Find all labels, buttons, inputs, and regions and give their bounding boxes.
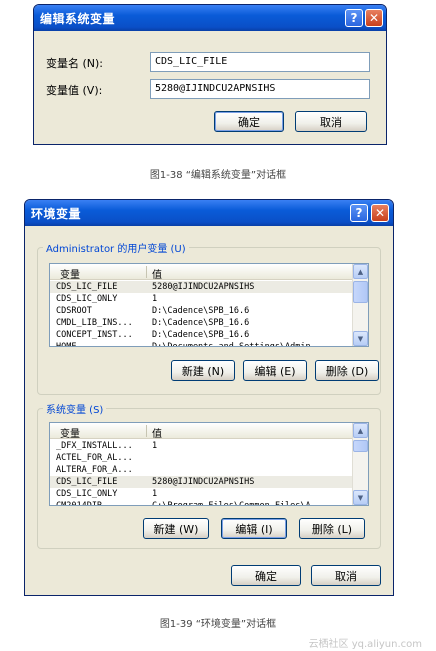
variable-value-cell: D:\Documents and Settings\Admin — [152, 342, 311, 347]
variable-name-field[interactable]: CDS_LIC_FILE — [150, 52, 370, 72]
variable-value-cell: 1 — [152, 441, 158, 451]
list-item[interactable]: CDS_LIC_ONLY 1 — [50, 488, 368, 500]
system-list-header: 变量 值 — [50, 423, 368, 440]
variable-value-cell: D:\Cadence\SPB_16.6 — [152, 330, 250, 340]
variable-value-cell: 1 — [152, 489, 158, 499]
system-variables-list[interactable]: 变量 值 _DFX_INSTALL... 1 ACTEL_FOR_AL... ALTE… — [49, 422, 369, 506]
env-dialog-titlebar[interactable]: 环境变量 ? ✕ — [25, 200, 393, 226]
figure-caption-1-38: 图1-38 “编辑系统变量”对话框 — [149, 170, 287, 181]
help-icon[interactable]: ? — [350, 204, 368, 222]
column-header-value[interactable]: 值 — [152, 425, 162, 440]
edit-dialog-title: 编辑系统变量 — [40, 11, 116, 26]
environment-variables-dialog: 环境变量 ? ✕ Administrator 的用户变量 (U) 变量 值 CD… — [24, 199, 394, 596]
variable-name-cell: ACTEL_FOR_AL... — [56, 453, 133, 463]
system-delete-button[interactable]: 删除 (L) — [299, 518, 365, 539]
variable-value-label: 变量值 (V): — [46, 84, 103, 97]
cancel-button[interactable]: 取消 — [295, 111, 367, 132]
user-delete-button[interactable]: 删除 (D) — [315, 360, 379, 381]
variable-name-cell: CDS_LIC_FILE — [56, 282, 118, 292]
scroll-thumb[interactable] — [353, 281, 368, 303]
system-list-scrollbar[interactable]: ▲ ▼ — [352, 423, 368, 505]
column-header-value[interactable]: 值 — [152, 266, 162, 281]
watermark: 云栖社区 yq.aliyun.com — [308, 639, 422, 650]
help-icon[interactable]: ? — [345, 9, 363, 27]
list-item[interactable]: _DFX_INSTALL... 1 — [50, 440, 368, 452]
variable-name-cell: CDSROOT — [56, 306, 92, 316]
variable-name-cell: CMDL_LIB_INS... — [56, 318, 133, 328]
edit-variable-dialog: 编辑系统变量 ? ✕ 变量名 (N): CDS_LIC_FILE 变量值 (V)… — [33, 4, 387, 145]
scroll-thumb[interactable] — [353, 440, 368, 452]
variable-name-cell: HOME — [56, 342, 77, 347]
variable-name-cell: ALTERA_FOR_A... — [56, 465, 133, 475]
list-item[interactable]: CMDL_LIB_INS... D:\Cadence\SPB_16.6 — [50, 317, 368, 329]
system-new-button[interactable]: 新建 (W) — [143, 518, 209, 539]
variable-value-field[interactable]: 5280@IJINDCU2APNSIHS — [150, 79, 370, 99]
list-item[interactable]: CDS_LIC_ONLY 1 — [50, 293, 368, 305]
user-new-button[interactable]: 新建 (N) — [171, 360, 235, 381]
env-dialog-title: 环境变量 — [31, 206, 82, 221]
scroll-up-icon[interactable]: ▲ — [353, 264, 368, 279]
variable-name-cell: CM2014DIR — [56, 501, 103, 506]
list-item[interactable]: CDS_LIC_FILE 5280@IJINDCU2APNSIHS — [50, 476, 368, 488]
scroll-up-icon[interactable]: ▲ — [353, 423, 368, 438]
system-edit-button[interactable]: 编辑 (I) — [221, 518, 287, 539]
list-item[interactable]: CDSROOT D:\Cadence\SPB_16.6 — [50, 305, 368, 317]
close-icon[interactable]: ✕ — [371, 204, 389, 222]
variable-name-cell: CONCEPT_INST... — [56, 330, 133, 340]
list-item[interactable]: HOME D:\Documents and Settings\Admin — [50, 341, 368, 347]
variable-value-cell: D:\Cadence\SPB_16.6 — [152, 318, 250, 328]
variable-name-cell: CDS_LIC_FILE — [56, 477, 118, 487]
scroll-down-icon[interactable]: ▼ — [353, 331, 368, 346]
variable-name-cell: _DFX_INSTALL... — [56, 441, 133, 451]
figure-caption-1-39: 图1-39 “环境变量”对话框 — [159, 619, 277, 630]
user-edit-button[interactable]: 编辑 (E) — [243, 360, 307, 381]
close-icon[interactable]: ✕ — [365, 9, 383, 27]
user-list-scrollbar[interactable]: ▲ ▼ — [352, 264, 368, 346]
variable-value-cell: C:\Program Files\Common Files\A — [152, 501, 311, 506]
column-header-variable[interactable]: 变量 — [60, 266, 80, 281]
column-header-variable[interactable]: 变量 — [60, 425, 80, 440]
variable-value-cell: D:\Cadence\SPB_16.6 — [152, 306, 250, 316]
list-item[interactable]: CDS_LIC_FILE 5280@IJINDCU2APNSIHS — [50, 281, 368, 293]
edit-dialog-titlebar[interactable]: 编辑系统变量 ? ✕ — [34, 5, 386, 31]
user-variables-list[interactable]: 变量 值 CDS_LIC_FILE 5280@IJINDCU2APNSIHS CDS… — [49, 263, 369, 347]
variable-value-cell: 1 — [152, 294, 158, 304]
ok-button[interactable]: 确定 — [231, 565, 301, 586]
variable-value-cell: 5280@IJINDCU2APNSIHS — [152, 477, 255, 487]
scroll-down-icon[interactable]: ▼ — [353, 490, 368, 505]
system-variables-group-title: 系统变量 (S) — [43, 401, 107, 416]
variable-name-cell: CDS_LIC_ONLY — [56, 294, 118, 304]
list-item[interactable]: ACTEL_FOR_AL... — [50, 452, 368, 464]
ok-button[interactable]: 确定 — [214, 111, 284, 132]
list-item[interactable]: CM2014DIR C:\Program Files\Common Files\A — [50, 500, 368, 506]
user-list-header: 变量 值 — [50, 264, 368, 281]
list-item[interactable]: CONCEPT_INST... D:\Cadence\SPB_16.6 — [50, 329, 368, 341]
user-variables-group-title: Administrator 的用户变量 (U) — [43, 240, 189, 255]
cancel-button[interactable]: 取消 — [311, 565, 381, 586]
variable-value-cell: 5280@IJINDCU2APNSIHS — [152, 282, 255, 292]
variable-name-label: 变量名 (N): — [46, 57, 104, 70]
list-item[interactable]: ALTERA_FOR_A... — [50, 464, 368, 476]
variable-name-cell: CDS_LIC_ONLY — [56, 489, 118, 499]
